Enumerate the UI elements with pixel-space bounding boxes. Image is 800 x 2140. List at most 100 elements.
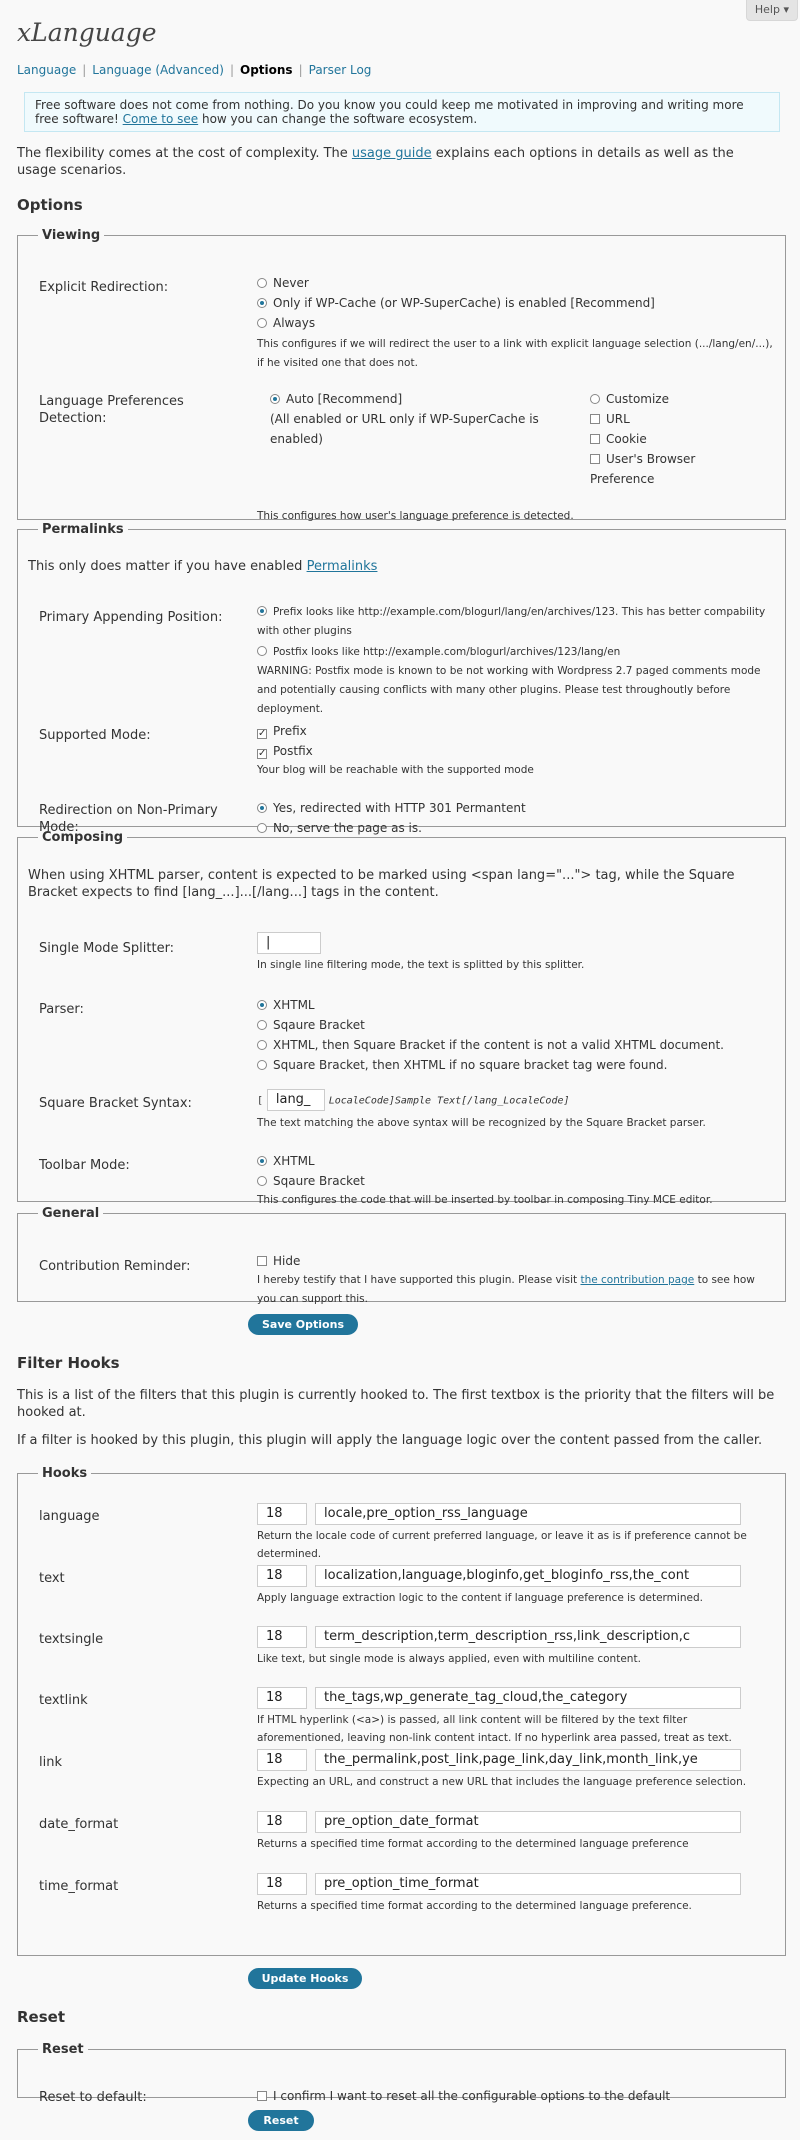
radio-icon — [590, 394, 600, 404]
pref-cookie[interactable]: Cookie — [590, 429, 720, 449]
hook-priority-input[interactable]: 18 — [257, 1626, 307, 1648]
redirect-never[interactable]: Never — [257, 273, 773, 293]
pref-browser[interactable]: User's Browser Preference — [590, 449, 720, 489]
option-label: Square Bracket, then XHTML if no square … — [273, 1058, 668, 1072]
option-label: Hide — [273, 1254, 301, 1268]
hook-name: date_format — [39, 1817, 119, 1832]
hook-filters-input[interactable]: pre_option_time_format — [315, 1873, 741, 1895]
hook-desc: Returns a specified time format accordin… — [257, 1838, 689, 1850]
option-label: Only if WP-Cache (or WP-SuperCache) is e… — [273, 296, 655, 310]
reminder-desc: I hereby testify that I have supported t… — [257, 1271, 773, 1309]
parser-xhtml-then-square[interactable]: XHTML, then Square Bracket if the conten… — [257, 1035, 773, 1055]
hide-reminder[interactable]: Hide — [257, 1251, 773, 1271]
primary-prefix[interactable]: Prefix looks like http://example.com/blo… — [257, 603, 773, 641]
hook-priority-input[interactable]: 18 — [257, 1811, 307, 1833]
nav-language-advanced[interactable]: Language (Advanced) — [92, 63, 224, 77]
support-notice: Free software does not come from nothing… — [24, 92, 780, 132]
permalinks-fieldset: Permalinks This only does matter if you … — [17, 522, 786, 835]
primary-label: Primary Appending Position: — [39, 610, 223, 625]
hook-controls: 18 pre_option_date_format Returns a specif… — [257, 1811, 773, 1853]
option-label: Yes, redirected with HTTP 301 Permantent — [273, 801, 526, 815]
contribution-link[interactable]: the contribution page — [580, 1274, 694, 1286]
options-heading: Options — [17, 196, 83, 214]
pref-auto[interactable]: Auto [Recommend] — [270, 389, 560, 409]
intro-paragraph: The flexibility comes at the cost of com… — [17, 145, 777, 179]
option-label: Postfix looks like http://example.com/bl… — [273, 646, 621, 658]
toolbar-square[interactable]: Sqaure Bracket — [257, 1171, 773, 1191]
checkbox-icon — [590, 434, 600, 444]
hook-priority-input[interactable]: 18 — [257, 1873, 307, 1895]
permalinks-link[interactable]: Permalinks — [307, 559, 378, 574]
hook-priority-input[interactable]: 18 — [257, 1565, 307, 1587]
syntax-input[interactable]: lang_ — [266, 1089, 325, 1111]
hook-name: link — [39, 1755, 62, 1770]
pref-url[interactable]: URL — [590, 409, 720, 429]
hook-priority-input[interactable]: 18 — [257, 1749, 307, 1771]
nav-options[interactable]: Options — [240, 63, 293, 77]
parser-square-then-xhtml[interactable]: Square Bracket, then XHTML if no square … — [257, 1055, 773, 1075]
reset-confirm[interactable]: I confirm I want to reset all the config… — [257, 2086, 773, 2106]
redirect-cache[interactable]: Only if WP-Cache (or WP-SuperCache) is e… — [257, 293, 773, 313]
option-label: XHTML — [273, 1154, 315, 1168]
redirect-always[interactable]: Always — [257, 313, 773, 333]
hook-priority-input[interactable]: 18 — [257, 1687, 307, 1709]
supported-prefix[interactable]: ✓ Prefix — [257, 721, 773, 741]
nav-sep: | — [229, 63, 234, 77]
toolbar-xhtml[interactable]: XHTML — [257, 1151, 773, 1171]
hook-desc: Returns a specified time format accordin… — [257, 1900, 692, 1912]
option-label: User's Browser Preference — [590, 452, 696, 486]
hook-filters-input[interactable]: the_permalink,post_link,page_link,day_li… — [315, 1749, 741, 1771]
reset-legend: Reset — [42, 2042, 84, 2057]
redirection-yes[interactable]: Yes, redirected with HTTP 301 Permantent — [257, 798, 773, 818]
hook-filters-input[interactable]: the_tags,wp_generate_tag_cloud,the_categ… — [315, 1687, 741, 1709]
hook-desc: Apply language extraction logic to the c… — [257, 1592, 703, 1604]
nav-parser-log[interactable]: Parser Log — [309, 63, 372, 77]
pref-label: Language Preferences Detection: — [39, 394, 184, 426]
notice-link[interactable]: Come to see — [123, 112, 199, 126]
splitter-input[interactable]: | — [257, 932, 321, 954]
intro-pre: The flexibility comes at the cost of com… — [17, 146, 352, 161]
supported-postfix[interactable]: ✓ Postfix — [257, 741, 773, 761]
parser-label: Parser: — [39, 1002, 84, 1017]
hook-filters-input[interactable]: term_description,term_description_rss,li… — [315, 1626, 741, 1648]
nav-language[interactable]: Language — [17, 63, 76, 77]
usage-guide-link[interactable]: usage guide — [352, 146, 432, 161]
update-hooks-button[interactable]: Update Hooks — [248, 1968, 362, 1989]
reminder-label: Contribution Reminder: — [39, 1259, 191, 1274]
syntax-desc: The text matching the above syntax will … — [257, 1116, 706, 1129]
pref-customize[interactable]: Customize — [590, 389, 720, 409]
parser-square[interactable]: Sqaure Bracket — [257, 1015, 773, 1035]
filter-paragraph-1: This is a list of the filters that this … — [17, 1388, 775, 1420]
checkbox-icon — [590, 454, 600, 464]
composing-fieldset: Composing When using XHTML parser, conte… — [17, 830, 786, 1206]
hooks-fieldset: Hooks language 18 locale,pre_option_rss_la… — [17, 1466, 786, 1956]
permalinks-note-text: This only does matter if you have enable… — [28, 559, 307, 574]
checkbox-icon — [590, 414, 600, 424]
radio-icon — [257, 1020, 267, 1030]
parser-xhtml[interactable]: XHTML — [257, 995, 773, 1015]
viewing-fieldset: Viewing Explicit Redirection: Never Only… — [17, 228, 786, 522]
hook-filters-input[interactable]: localization,language,bloginfo,get_blogi… — [315, 1565, 741, 1587]
save-options-button[interactable]: Save Options — [248, 1314, 358, 1335]
composing-note: When using XHTML parser, content is expe… — [28, 868, 735, 900]
hook-filters-input[interactable]: locale,pre_option_rss_language — [315, 1503, 741, 1525]
radio-icon — [257, 318, 267, 328]
reset-button[interactable]: Reset — [248, 2110, 314, 2131]
option-label: Sqaure Bracket — [273, 1018, 365, 1032]
option-label: Always — [273, 316, 316, 330]
syntax-controls: [ lang_ LocaleCode]Sample Text[/lang_Loc… — [257, 1089, 773, 1133]
radio-icon — [257, 1040, 267, 1050]
radio-icon — [257, 298, 267, 308]
hook-desc: Like text, but single mode is always app… — [257, 1653, 641, 1665]
nav-sep: | — [298, 63, 303, 77]
option-label: URL — [606, 412, 630, 426]
option-label: Postfix — [273, 744, 313, 758]
hook-name: text — [39, 1571, 65, 1586]
hook-filters-input[interactable]: pre_option_date_format — [315, 1811, 741, 1833]
checkbox-icon — [257, 1256, 267, 1266]
hook-name: textlink — [39, 1693, 88, 1708]
supported-desc: Your blog will be reachable with the sup… — [257, 764, 534, 776]
hook-priority-input[interactable]: 18 — [257, 1503, 307, 1525]
primary-postfix[interactable]: Postfix looks like http://example.com/bl… — [257, 643, 773, 662]
help-button[interactable]: Help ▾ — [745, 0, 798, 21]
